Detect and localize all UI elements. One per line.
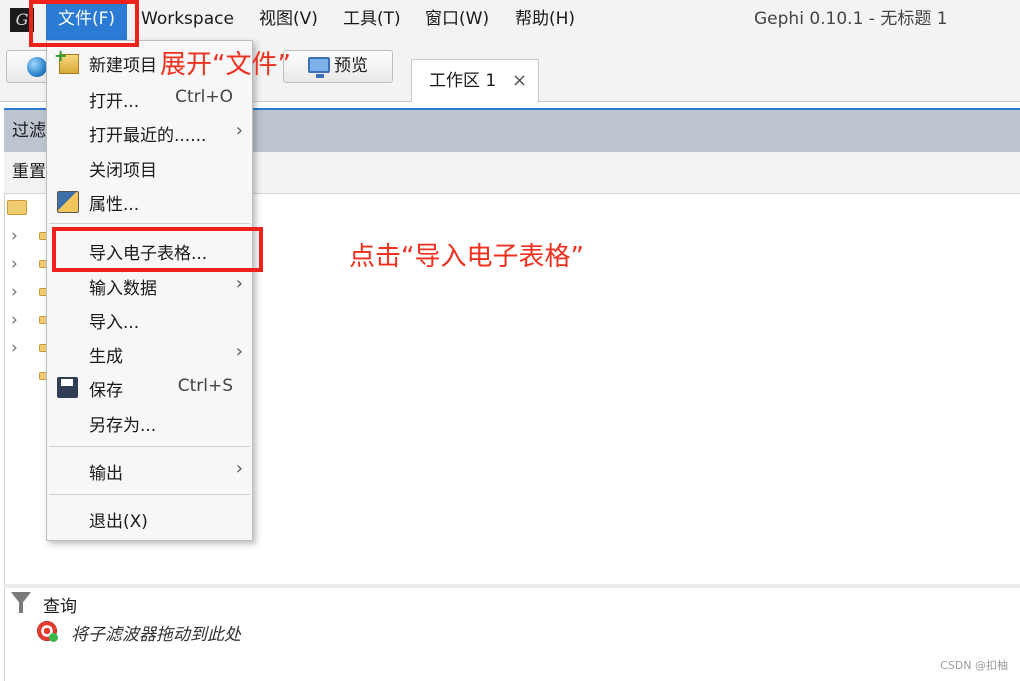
menu-item-label: 输出 xyxy=(89,464,123,484)
menu-view[interactable]: 视图(V) xyxy=(259,0,318,40)
menu-item-label: 属性... xyxy=(89,195,140,215)
menu-item-label: 打开最近的...... xyxy=(89,126,207,146)
menu-item-save-as[interactable]: 另存为... xyxy=(47,406,252,440)
menu-item-generate[interactable]: 生成 › xyxy=(47,337,252,371)
preview-label: 预览 xyxy=(334,56,368,76)
chevron-right-icon: › xyxy=(235,341,243,362)
file-menu-dropdown: 新建项目 打开... Ctrl+O 打开最近的...... › 关闭项目 属性.… xyxy=(46,40,253,541)
menu-item-label: 输入数据 xyxy=(89,279,157,299)
query-label: 查询 xyxy=(43,597,77,617)
chevron-right-icon[interactable]: › xyxy=(11,256,18,273)
menu-item-label: 新建项目 xyxy=(89,56,157,76)
menu-item-open[interactable]: 打开... Ctrl+O xyxy=(47,82,252,116)
chevron-right-icon[interactable]: › xyxy=(11,284,18,301)
chevron-right-icon: › xyxy=(235,273,243,294)
menu-item-open-recent[interactable]: 打开最近的...... › xyxy=(47,116,252,150)
preview-button[interactable]: 预览 xyxy=(283,50,393,83)
target-icon xyxy=(37,621,58,642)
chevron-right-icon: › xyxy=(235,120,243,141)
menu-item-label: 导入... xyxy=(89,313,140,333)
menu-item-exit[interactable]: 退出(X) xyxy=(47,502,252,536)
menu-item-label: 保存 xyxy=(89,381,123,401)
menu-tools[interactable]: 工具(T) xyxy=(343,0,401,40)
menu-window[interactable]: 窗口(W) xyxy=(425,0,489,40)
drop-zone-hint[interactable]: 将子滤波器拖动到此处 xyxy=(71,620,241,645)
menu-item-label: 打开... xyxy=(89,92,140,112)
menu-item-label: 另存为... xyxy=(89,416,157,436)
chevron-right-icon[interactable]: › xyxy=(11,340,18,357)
tab-workspace-1[interactable]: 工作区 1 × xyxy=(411,59,539,102)
menu-item-label: 退出(X) xyxy=(89,512,148,532)
chevron-right-icon: › xyxy=(235,458,243,479)
chevron-right-icon[interactable]: › xyxy=(11,312,18,329)
window-title: Gephi 0.10.1 - 无标题 1 xyxy=(754,9,948,29)
menu-separator xyxy=(49,494,250,495)
menu-item-save[interactable]: 保存 Ctrl+S xyxy=(47,371,252,405)
menu-item-input-data[interactable]: 输入数据 › xyxy=(47,269,252,303)
menu-separator xyxy=(49,446,250,447)
shortcut-label: Ctrl+O xyxy=(175,87,233,107)
shortcut-label: Ctrl+S xyxy=(177,376,233,396)
menu-help[interactable]: 帮助(H) xyxy=(515,0,575,40)
globe-icon xyxy=(27,57,47,77)
menubar: G 文件(F) Workspace 视图(V) 工具(T) 窗口(W) 帮助(H… xyxy=(0,0,1020,40)
query-panel: 查询 将子滤波器拖动到此处 xyxy=(4,588,1020,681)
menu-item-label: 关闭项目 xyxy=(89,161,157,181)
floppy-disk-icon xyxy=(57,377,78,398)
expand-file-annotation: 展开“文件” xyxy=(160,50,291,80)
menu-workspace[interactable]: Workspace xyxy=(141,0,234,40)
new-project-icon xyxy=(54,46,79,74)
menu-item-close-project[interactable]: 关闭项目 xyxy=(47,151,252,185)
close-icon[interactable]: × xyxy=(512,60,527,102)
funnel-icon xyxy=(11,592,31,613)
menu-item-properties[interactable]: 属性... xyxy=(47,185,252,219)
menu-item-label: 生成 xyxy=(89,347,123,367)
folder-icon xyxy=(7,200,27,215)
workspace-tab-label: 工作区 1 xyxy=(429,71,497,91)
chevron-right-icon[interactable]: › xyxy=(11,228,18,245)
menu-item-import[interactable]: 导入... xyxy=(47,303,252,337)
menu-item-export[interactable]: 输出 › xyxy=(47,454,252,488)
file-menu-highlight-box xyxy=(29,0,139,47)
menu-separator xyxy=(49,223,250,224)
watermark: CSDN @扣柚 xyxy=(940,659,1008,672)
import-spreadsheet-highlight-box xyxy=(52,227,263,272)
properties-icon xyxy=(57,191,79,213)
click-import-annotation: 点击“导入电子表格” xyxy=(349,242,584,272)
monitor-icon xyxy=(308,57,330,78)
